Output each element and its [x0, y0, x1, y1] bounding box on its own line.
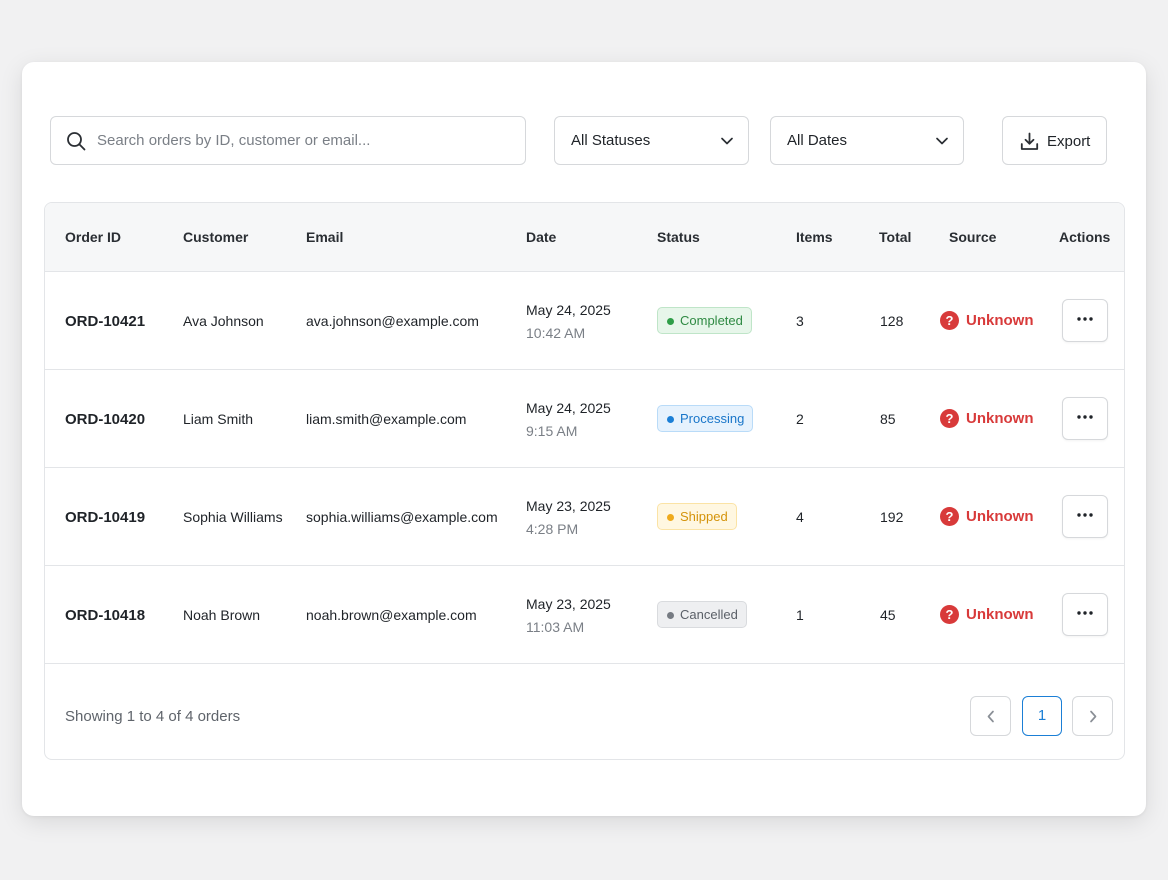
customer-name: Liam Smith: [183, 411, 254, 427]
question-circle-icon: ?: [940, 605, 959, 624]
order-id: ORD-10420: [65, 411, 146, 428]
source-label: Unknown: [966, 508, 1034, 525]
customer-name: Noah Brown: [183, 607, 261, 623]
chevron-down-icon: [936, 137, 948, 145]
next-page-button[interactable]: [1072, 696, 1113, 736]
customer-email: liam.smith@example.com: [306, 411, 467, 427]
customer-email: sophia.williams@example.com: [306, 509, 498, 525]
search-icon: [67, 132, 86, 151]
column-header-total[interactable]: Total: [879, 229, 911, 245]
svg-text:?: ?: [946, 607, 954, 622]
previous-page-button[interactable]: [970, 696, 1011, 736]
order-time: 11:03 AM: [526, 619, 585, 635]
row-actions-button[interactable]: [1062, 593, 1108, 636]
page-button-current[interactable]: 1: [1022, 696, 1062, 736]
order-time: 4:28 PM: [526, 521, 579, 537]
status-label: Shipped: [680, 509, 728, 524]
status-badge: Processing: [657, 405, 754, 432]
order-date: May 24, 2025: [526, 302, 611, 318]
table-row[interactable]: ORD-10421 Ava Johnson ava.johnson@exampl…: [45, 272, 1124, 370]
status-badge: Shipped: [657, 503, 737, 530]
customer-email: noah.brown@example.com: [306, 607, 477, 623]
search-input[interactable]: [97, 117, 517, 164]
order-source: ? Unknown: [940, 507, 1034, 526]
source-label: Unknown: [966, 606, 1034, 623]
source-label: Unknown: [966, 410, 1034, 427]
order-id: ORD-10421: [65, 313, 146, 330]
export-label: Export: [1047, 133, 1091, 150]
status-filter-select[interactable]: All Statuses: [554, 116, 749, 165]
table-header: Order ID Customer Email Date Status Item…: [45, 203, 1124, 272]
date-filter-select[interactable]: All Dates: [770, 116, 964, 165]
column-header-source[interactable]: Source: [949, 229, 996, 245]
column-header-actions: Actions: [1059, 229, 1111, 245]
table-row[interactable]: ORD-10418 Noah Brown noah.brown@example.…: [45, 566, 1124, 664]
status-dot: [667, 416, 674, 423]
order-date: May 23, 2025: [526, 596, 611, 612]
order-source: ? Unknown: [940, 409, 1034, 428]
pagination-summary: Showing 1 to 4 of 4 orders: [65, 708, 241, 725]
order-total: 85: [880, 411, 896, 427]
table-row[interactable]: ORD-10419 Sophia Williams sophia.william…: [45, 468, 1124, 566]
row-actions-button[interactable]: [1062, 397, 1108, 440]
chevron-right-icon: [1090, 710, 1097, 723]
chevron-left-icon: [987, 710, 994, 723]
row-actions-button[interactable]: [1062, 495, 1108, 538]
status-dot: [667, 318, 674, 325]
more-horizontal-icon: [1077, 317, 1093, 321]
order-date: May 24, 2025: [526, 400, 611, 416]
search-box[interactable]: [50, 116, 526, 165]
column-header-items[interactable]: Items: [796, 229, 833, 245]
status-label: Cancelled: [680, 607, 738, 622]
column-header-date[interactable]: Date: [526, 229, 556, 245]
order-total: 192: [880, 509, 904, 525]
row-actions-button[interactable]: [1062, 299, 1108, 342]
column-header-order-id[interactable]: Order ID: [65, 229, 121, 245]
question-circle-icon: ?: [940, 507, 959, 526]
status-dot: [667, 514, 674, 521]
order-time: 10:42 AM: [526, 325, 586, 341]
order-date: May 23, 2025: [526, 498, 611, 514]
order-source: ? Unknown: [940, 605, 1034, 624]
table-row[interactable]: ORD-10420 Liam Smith liam.smith@example.…: [45, 370, 1124, 468]
order-id: ORD-10418: [65, 607, 146, 624]
status-label: Processing: [680, 411, 745, 426]
date-filter-value: All Dates: [787, 132, 848, 149]
svg-text:?: ?: [946, 509, 954, 524]
item-count: 1: [796, 607, 804, 623]
order-source: ? Unknown: [940, 311, 1034, 330]
column-header-email[interactable]: Email: [306, 229, 343, 245]
question-circle-icon: ?: [940, 311, 959, 330]
item-count: 3: [796, 313, 804, 329]
chevron-down-icon: [721, 137, 733, 145]
orders-table: Order ID Customer Email Date Status Item…: [44, 202, 1125, 760]
order-total: 128: [880, 313, 904, 329]
customer-name: Sophia Williams: [183, 509, 283, 525]
svg-text:?: ?: [946, 313, 954, 328]
column-header-status[interactable]: Status: [657, 229, 700, 245]
export-button[interactable]: Export: [1002, 116, 1107, 165]
status-badge: Completed: [657, 307, 752, 334]
question-circle-icon: ?: [940, 409, 959, 428]
order-time: 9:15 AM: [526, 423, 578, 439]
order-total: 45: [880, 607, 896, 623]
customer-name: Ava Johnson: [183, 313, 264, 329]
status-badge: Cancelled: [657, 601, 747, 628]
item-count: 2: [796, 411, 804, 427]
status-label: Completed: [680, 313, 743, 328]
column-header-customer[interactable]: Customer: [183, 229, 248, 245]
source-label: Unknown: [966, 312, 1034, 329]
status-dot: [667, 612, 674, 619]
more-horizontal-icon: [1077, 611, 1093, 615]
order-id: ORD-10419: [65, 509, 146, 526]
more-horizontal-icon: [1077, 513, 1093, 517]
status-filter-value: All Statuses: [571, 132, 651, 149]
more-horizontal-icon: [1077, 415, 1093, 419]
item-count: 4: [796, 509, 804, 525]
svg-text:?: ?: [946, 411, 954, 426]
orders-card: All Statuses All Dates Export Order ID C…: [22, 62, 1146, 816]
download-icon: [1020, 132, 1039, 150]
customer-email: ava.johnson@example.com: [306, 313, 479, 329]
